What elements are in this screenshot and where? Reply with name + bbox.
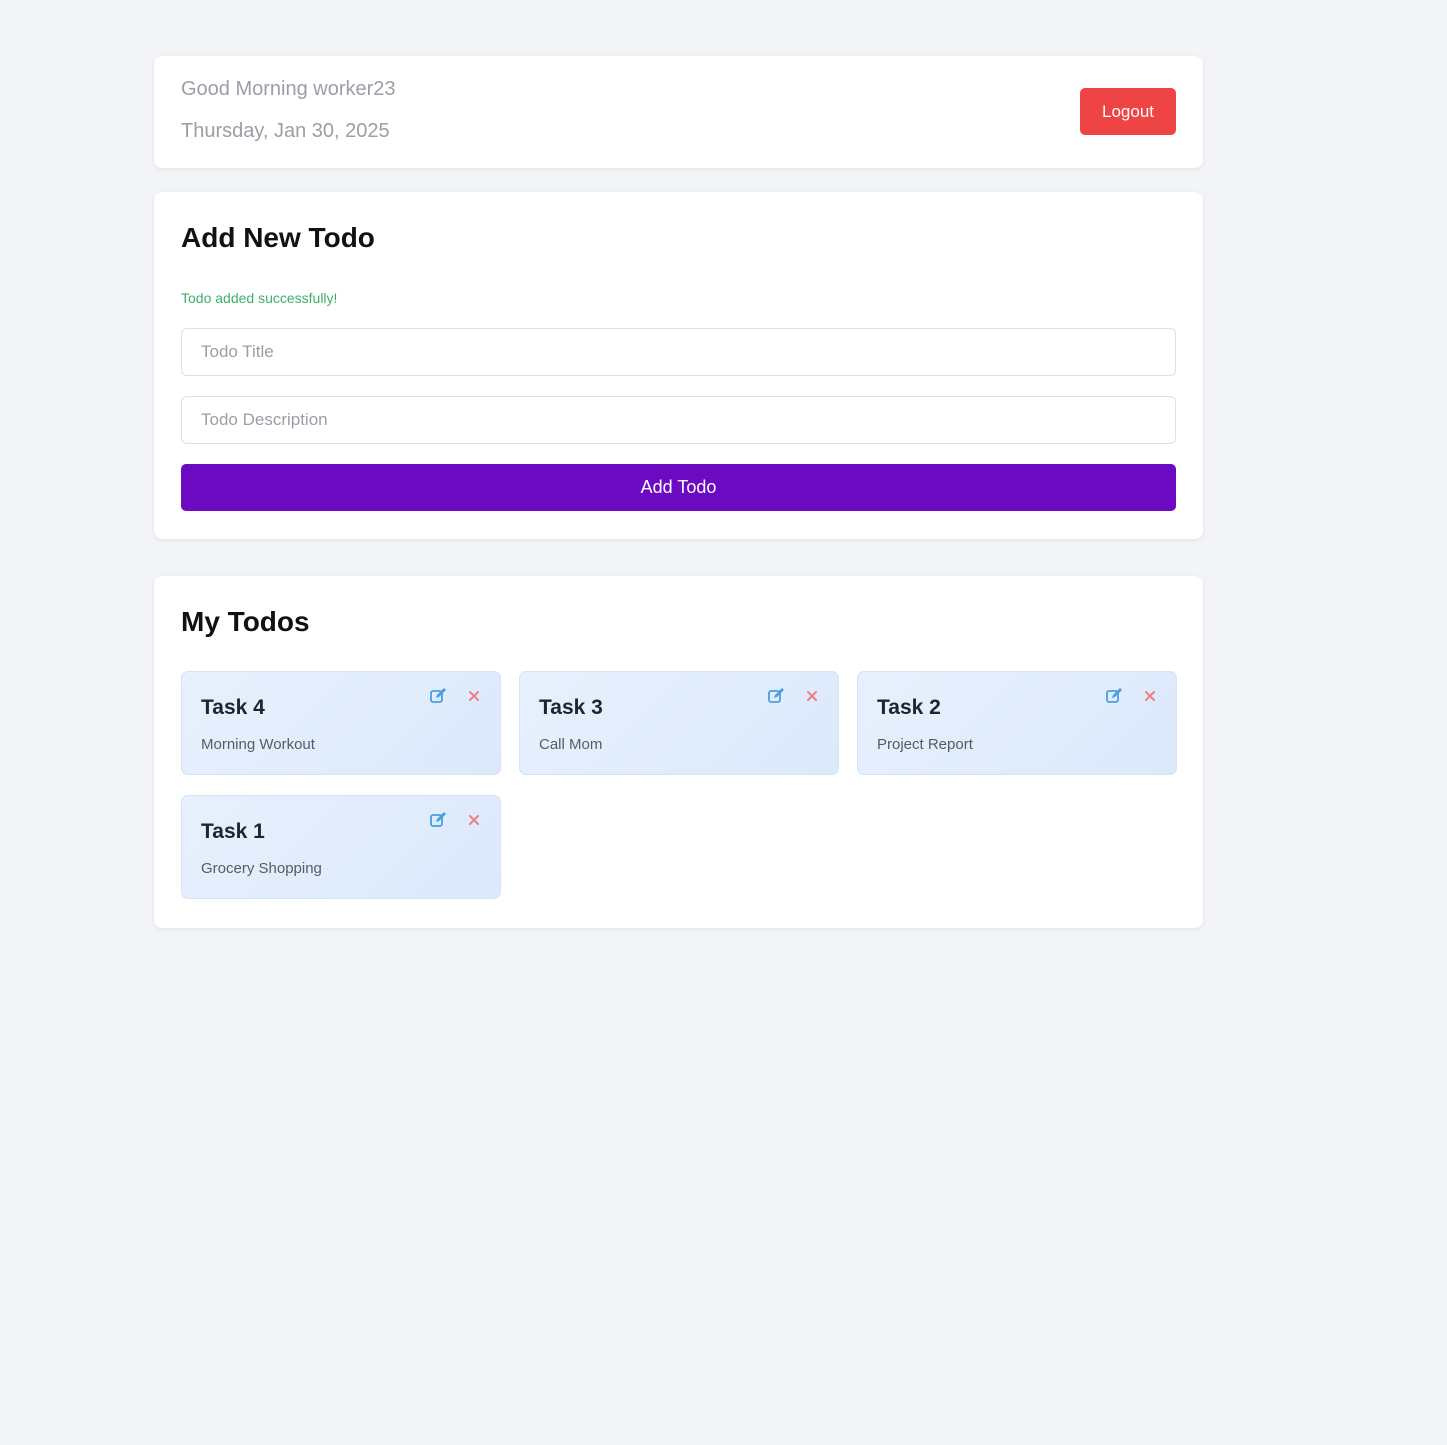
todo-item-title: Task 3 (539, 696, 603, 719)
edit-icon[interactable] (766, 686, 786, 706)
close-icon[interactable] (464, 810, 484, 830)
add-todo-card: Add New Todo Todo added successfully! Ad… (154, 192, 1203, 539)
todo-item-title: Task 4 (201, 696, 265, 719)
close-icon[interactable] (1140, 686, 1160, 706)
todo-item-description: Call Mom (539, 736, 603, 753)
todo-item-title: Task 1 (201, 820, 265, 843)
todo-item: Task 1 Grocery Shopping (181, 795, 501, 899)
todo-title-input[interactable] (181, 328, 1176, 376)
header-card: Good Morning worker23 Thursday, Jan 30, … (154, 56, 1203, 168)
my-todos-heading: My Todos (181, 606, 310, 637)
date-text: Thursday, Jan 30, 2025 (181, 120, 390, 142)
todo-item-description: Morning Workout (201, 736, 315, 753)
todo-description-input[interactable] (181, 396, 1176, 444)
success-message: Todo added successfully! (181, 290, 338, 306)
add-todo-heading: Add New Todo (181, 222, 375, 253)
greeting-text: Good Morning worker23 (181, 78, 396, 100)
close-icon[interactable] (802, 686, 822, 706)
todo-list: Task 4 Morning Workout Task 3 Call Mom T… (181, 671, 1177, 899)
todo-item: Task 2 Project Report (857, 671, 1177, 775)
edit-icon[interactable] (428, 686, 448, 706)
todo-item: Task 3 Call Mom (519, 671, 839, 775)
close-icon[interactable] (464, 686, 484, 706)
todo-item: Task 4 Morning Workout (181, 671, 501, 775)
logout-button[interactable]: Logout (1080, 88, 1176, 135)
todo-item-description: Project Report (877, 736, 973, 753)
add-todo-button[interactable]: Add Todo (181, 464, 1176, 511)
edit-icon[interactable] (1104, 686, 1124, 706)
todo-item-description: Grocery Shopping (201, 860, 322, 877)
todo-item-title: Task 2 (877, 696, 941, 719)
edit-icon[interactable] (428, 810, 448, 830)
my-todos-card: My Todos Task 4 Morning Workout Task 3 C… (154, 576, 1203, 928)
